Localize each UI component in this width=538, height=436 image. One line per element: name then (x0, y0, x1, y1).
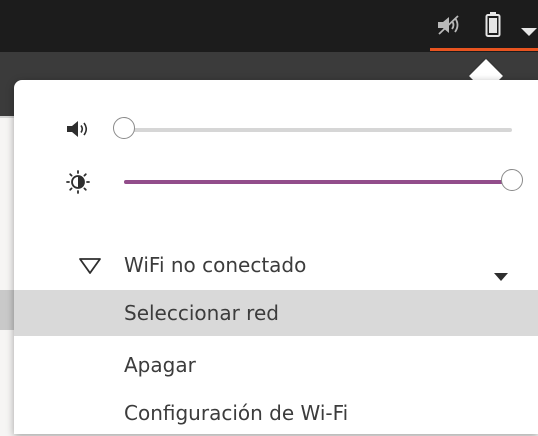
brightness-slider-handle[interactable] (501, 169, 523, 191)
wifi-status-label: WiFi no conectado (124, 253, 307, 277)
dropdown-arrow-icon[interactable] (520, 22, 538, 41)
menu-item-wifi-settings[interactable]: Configuración de Wi-Fi (14, 390, 538, 436)
menu-item-select-network[interactable]: Seleccionar red (14, 290, 538, 336)
speaker-icon (66, 118, 90, 140)
volume-slider[interactable] (113, 117, 512, 139)
chevron-down-icon (494, 262, 508, 281)
wifi-icon (78, 256, 102, 274)
menu-item-label: Configuración de Wi-Fi (124, 401, 349, 425)
background-row (0, 290, 14, 330)
menu-item-turn-off[interactable]: Apagar (14, 342, 538, 388)
active-indicator (430, 48, 538, 51)
speaker-muted-icon[interactable] (436, 14, 462, 40)
brightness-slider[interactable] (124, 169, 523, 191)
system-menu: WiFi no conectado Seleccionar red Apagar… (14, 80, 538, 434)
brightness-slider-fill (124, 180, 512, 184)
menu-item-label: Apagar (124, 353, 196, 377)
battery-icon[interactable] (485, 12, 501, 42)
brightness-slider-row (14, 166, 538, 196)
brightness-icon (66, 170, 90, 194)
wifi-submenu-toggle[interactable]: WiFi no conectado (14, 242, 538, 288)
volume-slider-handle[interactable] (113, 117, 135, 139)
volume-slider-row (14, 114, 538, 144)
menu-item-label: Seleccionar red (124, 301, 279, 325)
